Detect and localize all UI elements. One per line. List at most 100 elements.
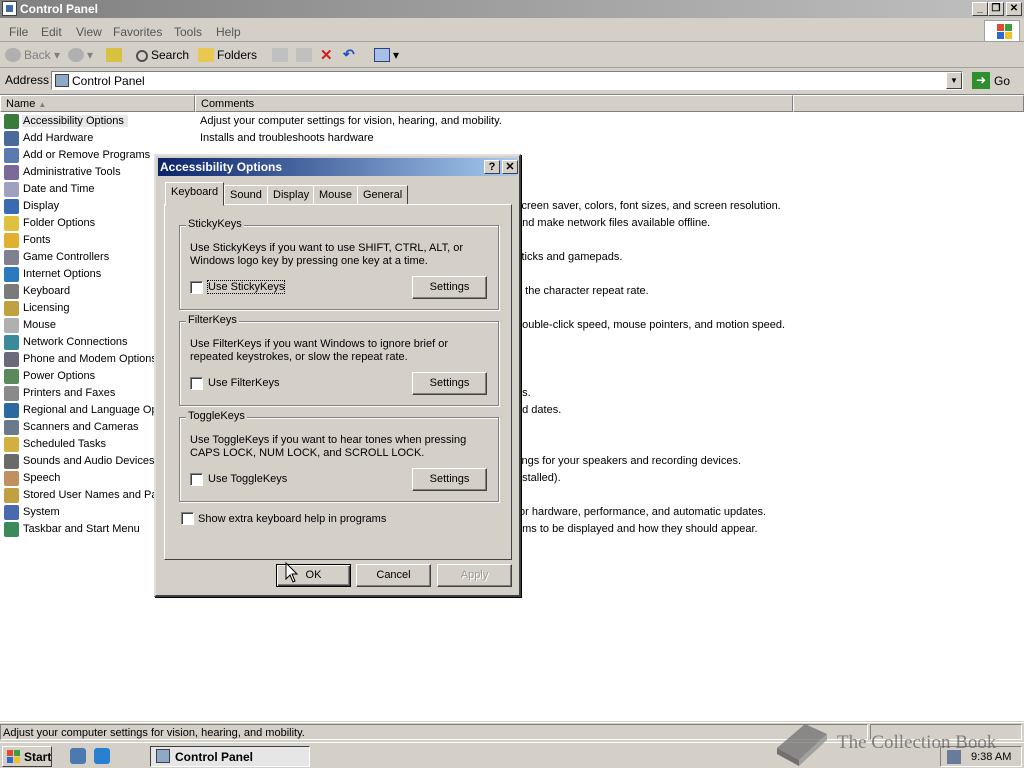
window-title-bar[interactable]: Control Panel _ ❐ ✕ (0, 0, 1024, 18)
use-filterkeys-label[interactable]: Use FilterKeys (208, 377, 280, 389)
dialog-title-bar[interactable]: Accessibility Options ? ✕ (158, 158, 518, 176)
column-header-comments[interactable]: Comments (195, 95, 793, 112)
stickykeys-description: Use StickyKeys if you want to use SHIFT,… (190, 242, 464, 267)
togglekeys-settings-button[interactable]: Settings (412, 468, 487, 491)
list-item-label: Regional and Language Opt (23, 404, 161, 416)
display-icon (4, 199, 19, 214)
start-button[interactable]: Start (2, 746, 52, 767)
show-desktop-icon[interactable] (70, 748, 86, 764)
internet-explorer-icon[interactable] (94, 748, 110, 764)
address-value: Control Panel (72, 74, 145, 88)
restore-button[interactable]: ❐ (988, 2, 1004, 16)
forward-button[interactable]: ▾ (68, 48, 93, 62)
extra-keyboard-help-label[interactable]: Show extra keyboard help in programs (198, 513, 386, 525)
cancel-button[interactable]: Cancel (356, 564, 431, 587)
window-title: Control Panel (20, 2, 99, 16)
copy-to-button[interactable] (296, 48, 315, 62)
taskbar-button-control-panel[interactable]: Control Panel (150, 746, 310, 767)
list-item-label: Game Controllers (23, 251, 110, 263)
windows-logo-icon (984, 20, 1020, 42)
mouse-cursor-icon (285, 562, 299, 583)
filterkeys-settings-button[interactable]: Settings (412, 372, 487, 395)
menu-file[interactable]: File (9, 25, 28, 39)
watermark: The Collection Book (775, 718, 1015, 768)
address-input[interactable]: Control Panel (51, 71, 963, 90)
column-comments-label: Comments (201, 98, 255, 110)
menu-help[interactable]: Help (216, 25, 241, 39)
up-folder-icon (106, 48, 122, 62)
back-button[interactable]: Back ▾ (5, 48, 60, 62)
tab-mouse[interactable]: Mouse (313, 185, 359, 205)
game-controllers-icon (4, 250, 19, 265)
list-item-label: Stored User Names and Pas (23, 489, 164, 501)
tab-keyboard[interactable]: Keyboard (165, 182, 225, 206)
menu-bar: File Edit View Favorites Tools Help (0, 20, 1024, 42)
folders-button[interactable]: Folders (198, 48, 257, 62)
menu-view[interactable]: View (76, 25, 102, 39)
move-to-icon (272, 48, 288, 62)
menu-favorites[interactable]: Favorites (113, 25, 162, 39)
folders-icon (198, 48, 214, 62)
list-item-label: Scheduled Tasks (23, 438, 106, 450)
address-dropdown-button[interactable]: ▼ (946, 72, 962, 89)
list-item-label: Administrative Tools (23, 166, 121, 178)
list-item-comment: for hardware, performance, and automatic… (516, 506, 767, 518)
list-item-comment: nstalled). (516, 472, 561, 484)
use-filterkeys-checkbox[interactable] (190, 377, 203, 390)
list-item-label: Add Hardware (23, 132, 94, 144)
list-item-comment: nd dates. (516, 404, 562, 416)
forward-arrow-icon (68, 48, 84, 62)
use-stickykeys-checkbox[interactable] (190, 281, 203, 294)
up-folder-button[interactable] (106, 48, 125, 62)
close-button[interactable]: ✕ (1006, 2, 1022, 16)
system-icon (4, 505, 19, 520)
use-stickykeys-label[interactable]: Use StickyKeys (206, 280, 286, 294)
use-togglekeys-checkbox[interactable] (190, 473, 203, 486)
control-panel-icon (156, 749, 170, 763)
list-item-label: Taskbar and Start Menu (23, 523, 140, 535)
use-togglekeys-label[interactable]: Use ToggleKeys (208, 473, 287, 485)
start-label: Start (24, 750, 52, 764)
folders-label: Folders (217, 48, 258, 62)
scheduled-tasks-icon (4, 437, 19, 452)
undo-icon[interactable]: ↶ (343, 46, 355, 63)
control-panel-icon (55, 74, 69, 87)
sort-ascending-icon: ▲ (38, 100, 47, 109)
list-item-label: Licensing (23, 302, 70, 314)
delete-icon[interactable]: ✕ (320, 46, 333, 64)
move-to-button[interactable] (272, 48, 291, 62)
help-button[interactable]: ? (484, 160, 500, 174)
list-item-label: Keyboard (23, 285, 71, 297)
extra-keyboard-help-checkbox[interactable] (181, 512, 194, 525)
list-item-label: Internet Options (23, 268, 102, 280)
dialog-close-button[interactable]: ✕ (502, 160, 518, 174)
menu-tools[interactable]: Tools (174, 25, 202, 39)
filterkeys-group: FilterKeys Use FilterKeys if you want Wi… (179, 314, 499, 406)
apply-button[interactable]: Apply (437, 564, 512, 587)
stickykeys-group-title: StickyKeys (186, 218, 244, 230)
date-time-icon (4, 182, 19, 197)
list-item-comment: screen saver, colors, font sizes, and sc… (516, 200, 781, 212)
stickykeys-settings-button[interactable]: Settings (412, 276, 487, 299)
go-button[interactable]: ➜ Go (970, 71, 1020, 91)
add-hardware-icon (4, 131, 19, 146)
search-button[interactable]: Search (136, 48, 189, 62)
list-item-comment: sticks and gamepads. (516, 251, 623, 263)
list-item-comment: tings for your speakers and recording de… (516, 455, 742, 467)
column-header-name[interactable]: Name ▲ (0, 95, 195, 112)
list-item-label: System (23, 506, 60, 518)
tab-general[interactable]: General (357, 185, 409, 205)
list-item-comment: ems to be displayed and how they should … (516, 523, 758, 535)
menu-edit[interactable]: Edit (41, 25, 62, 39)
minimize-button[interactable]: _ (972, 2, 988, 16)
list-item-label: Scanners and Cameras (23, 421, 139, 433)
tab-display[interactable]: Display (267, 185, 316, 205)
views-button[interactable]: ▾ (374, 48, 399, 62)
list-item-comment: d the character repeat rate. (516, 285, 649, 297)
tab-sound[interactable]: Sound (224, 185, 268, 205)
licensing-icon (4, 301, 19, 316)
internet-options-icon (4, 267, 19, 282)
copy-to-icon (296, 48, 312, 62)
scanners-cameras-icon (4, 420, 19, 435)
list-item-label: Accessibility Options (22, 115, 128, 127)
